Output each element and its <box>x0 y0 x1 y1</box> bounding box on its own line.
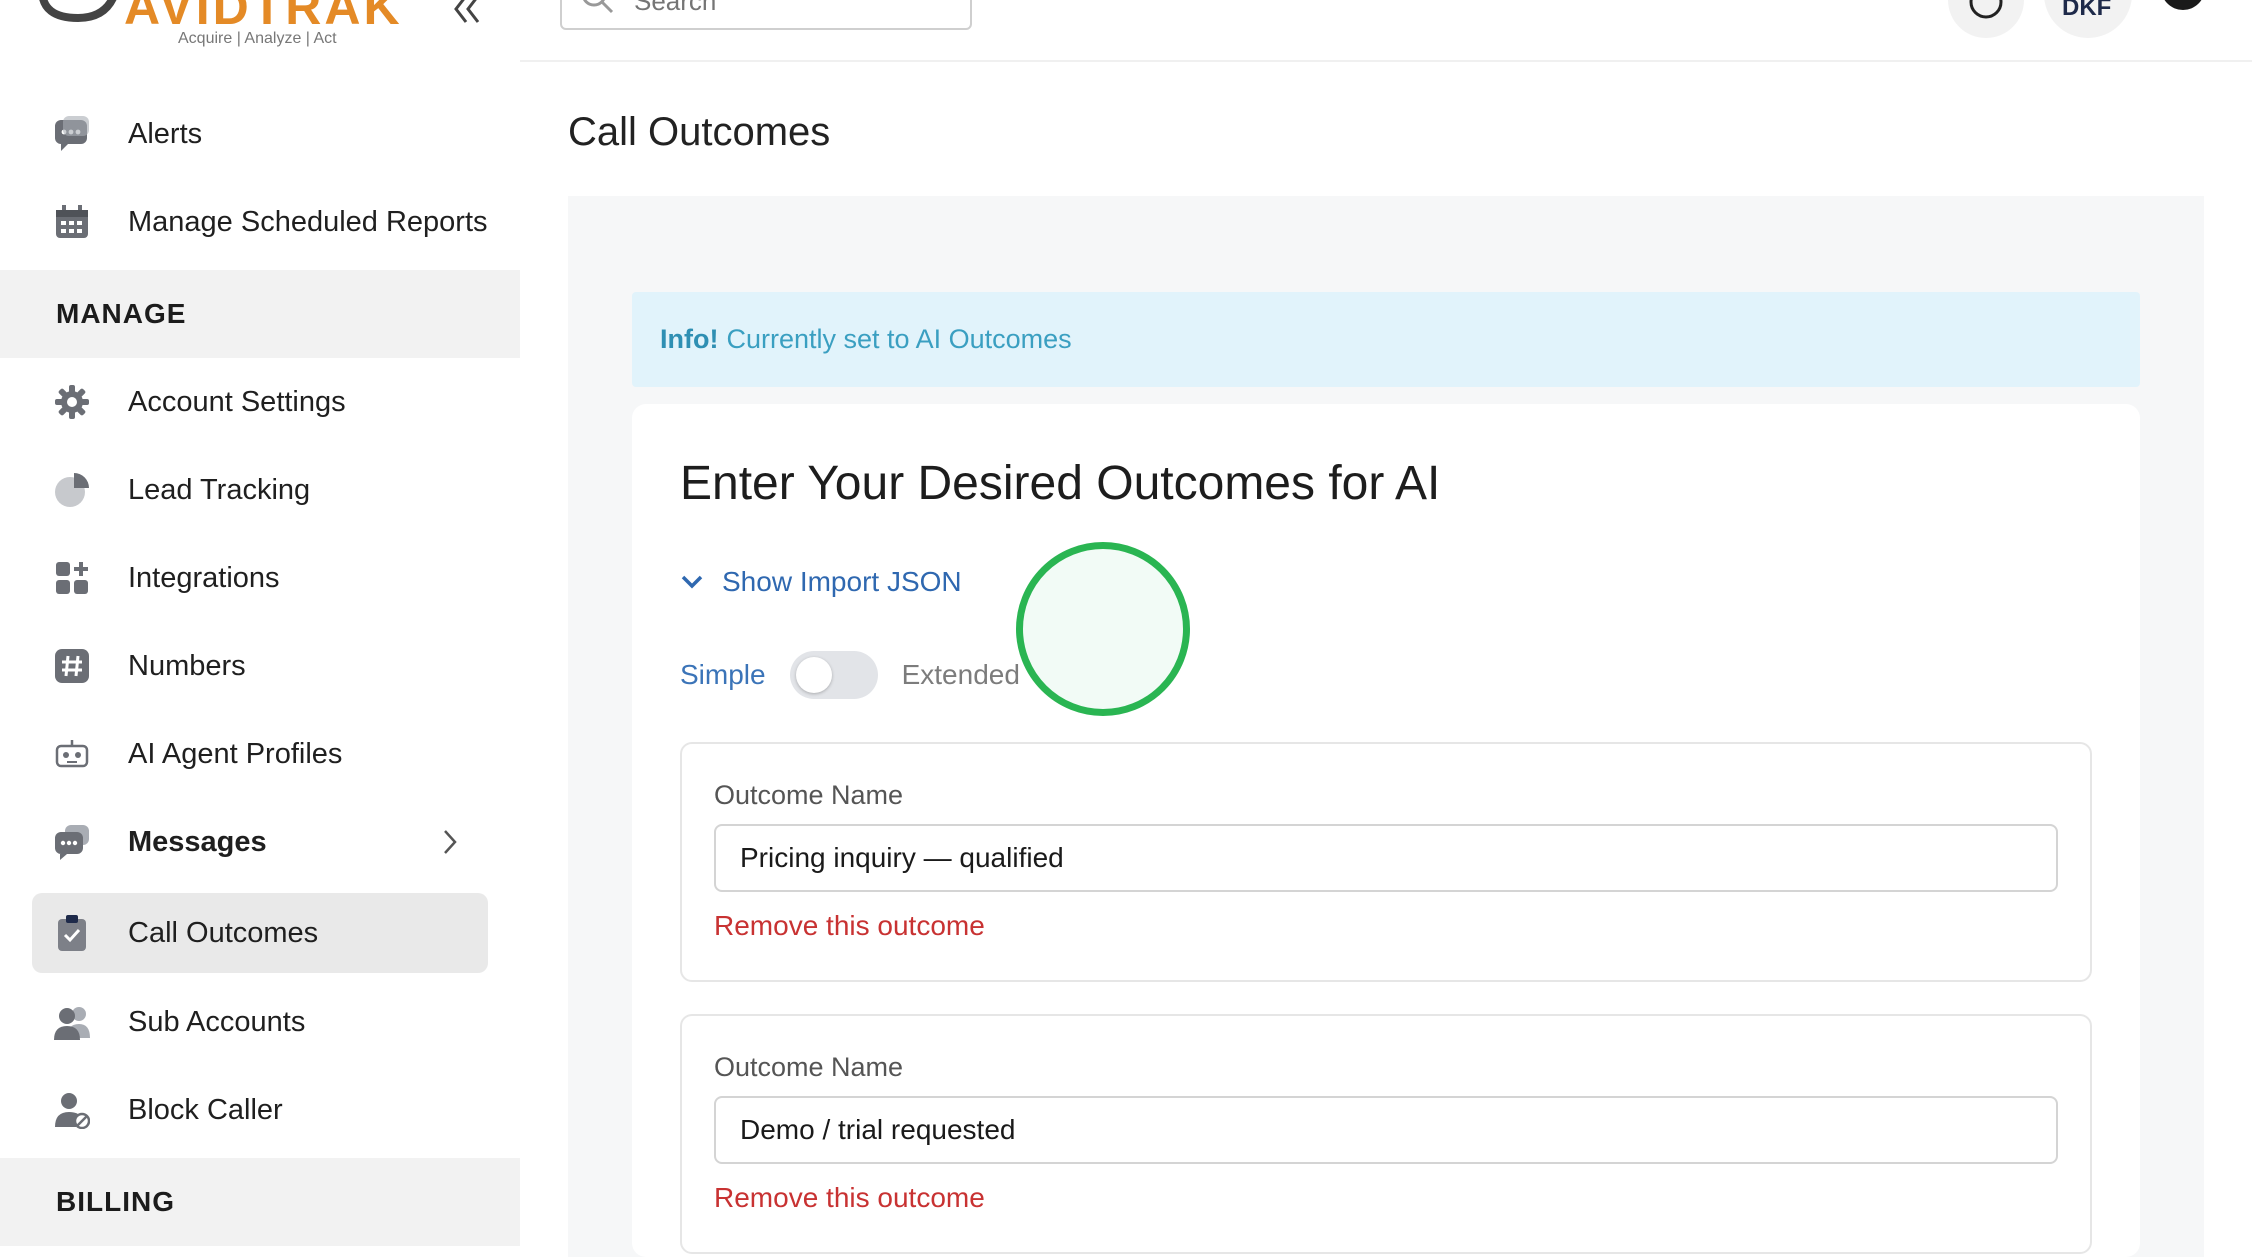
users-icon <box>52 1002 92 1042</box>
sidebar-item-label: Account Settings <box>128 385 346 418</box>
section-header-manage: MANAGE <box>0 270 520 358</box>
top-bar: DKF <box>520 0 2252 62</box>
messages-icon <box>52 822 92 862</box>
clock-icon <box>1969 0 2003 19</box>
double-chevron-left-icon <box>454 0 480 23</box>
gear-icon <box>52 382 92 422</box>
remove-outcome-link[interactable]: Remove this outcome <box>714 910 985 942</box>
user-block-icon <box>52 1090 92 1130</box>
sidebar-item-label: Lead Tracking <box>128 473 311 506</box>
sidebar-item-numbers[interactable]: Numbers <box>32 626 488 706</box>
sidebar: AVIDTRAK Acquire | Analyze | Act Alerts … <box>0 0 520 1257</box>
user-circle-icon <box>2164 0 2202 10</box>
remove-outcome-link[interactable]: Remove this outcome <box>714 1182 985 1214</box>
sidebar-item-ai-agent-profiles[interactable]: AI Agent Profiles <box>32 714 488 794</box>
toggle-knob <box>795 657 832 693</box>
click-indicator-ring <box>1016 542 1190 716</box>
mode-simple-label[interactable]: Simple <box>680 659 766 691</box>
outcomes-card: Enter Your Desired Outcomes for AI Show … <box>632 404 2140 1257</box>
sidebar-item-manage-scheduled-reports[interactable]: Manage Scheduled Reports <box>32 182 488 262</box>
sidebar-item-account-settings[interactable]: Account Settings <box>32 362 488 442</box>
apps-grid-icon <box>52 558 92 598</box>
logo[interactable]: AVIDTRAK Acquire | Analyze | Act <box>38 0 438 58</box>
user-menu-button[interactable] <box>2158 0 2208 25</box>
mode-toggle-switch[interactable] <box>789 651 878 699</box>
show-import-json-toggle[interactable]: Show Import JSON <box>680 566 962 598</box>
outcome-name-input[interactable] <box>714 824 2058 892</box>
collapse-sidebar-button[interactable] <box>452 0 482 35</box>
sidebar-item-block-caller[interactable]: Block Caller <box>32 1070 488 1150</box>
mode-extended-label[interactable]: Extended <box>902 659 1020 691</box>
sidebar-item-label: Integrations <box>128 561 280 594</box>
sidebar-item-alerts[interactable]: Alerts <box>32 94 488 174</box>
sidebar-item-call-outcomes[interactable]: Call Outcomes <box>32 893 488 973</box>
hashtag-icon <box>52 646 92 686</box>
sidebar-item-label: AI Agent Profiles <box>128 737 343 770</box>
sidebar-item-integrations[interactable]: Integrations <box>32 538 488 618</box>
info-alert-text: Currently set to AI Outcomes <box>726 324 1072 354</box>
section-header-label: MANAGE <box>56 298 187 329</box>
sidebar-item-label: Messages <box>128 825 267 858</box>
sidebar-item-label: Sub Accounts <box>128 1005 306 1038</box>
outcome-item: Outcome Name Remove this outcome <box>680 1014 2092 1254</box>
sidebar-item-label: Call Outcomes <box>128 916 319 949</box>
sidebar-item-lead-tracking[interactable]: Lead Tracking <box>32 450 488 530</box>
outcome-item: Outcome Name Remove this outcome <box>680 742 2092 982</box>
outcome-name-input[interactable] <box>714 1096 2058 1164</box>
section-header-billing: BILLING <box>0 1158 520 1246</box>
calendar-icon <box>52 202 92 242</box>
outcome-name-label: Outcome Name <box>714 1052 904 1082</box>
search-input[interactable] <box>634 0 954 16</box>
logo-swoosh-icon <box>39 0 117 23</box>
section-header-label: BILLING <box>56 1186 175 1217</box>
sidebar-item-sub-accounts[interactable]: Sub Accounts <box>32 982 488 1062</box>
sidebar-item-label: Alerts <box>128 117 203 150</box>
card-title: Enter Your Desired Outcomes for AI <box>680 457 1441 510</box>
clipboard-check-icon <box>52 913 92 953</box>
sidebar-item-messages[interactable]: Messages <box>32 802 488 882</box>
avatar-initials: DKF <box>2062 0 2112 21</box>
search-box[interactable] <box>560 0 972 30</box>
sidebar-item-label: Manage Scheduled Reports <box>128 205 488 238</box>
pie-chart-icon <box>52 470 92 510</box>
info-alert-label: Info! <box>660 324 719 354</box>
robot-icon <box>52 734 92 774</box>
mode-selector: Simple Extended <box>680 650 1020 700</box>
page-title: Call Outcomes <box>568 110 831 154</box>
show-import-json-label: Show Import JSON <box>722 566 962 597</box>
logo-tagline: Acquire | Analyze | Act <box>178 30 337 47</box>
search-icon <box>580 0 616 23</box>
chevron-down-icon <box>681 575 703 589</box>
history-button[interactable] <box>1948 0 2024 38</box>
chat-bubble-icon <box>52 114 92 154</box>
sidebar-item-label: Block Caller <box>128 1093 283 1126</box>
sidebar-item-label: Numbers <box>128 649 246 682</box>
account-avatar[interactable]: DKF <box>2044 0 2132 38</box>
outcome-name-label: Outcome Name <box>714 780 904 810</box>
chevron-right-icon <box>442 828 458 861</box>
info-alert: Info! Currently set to AI Outcomes <box>632 292 2140 387</box>
